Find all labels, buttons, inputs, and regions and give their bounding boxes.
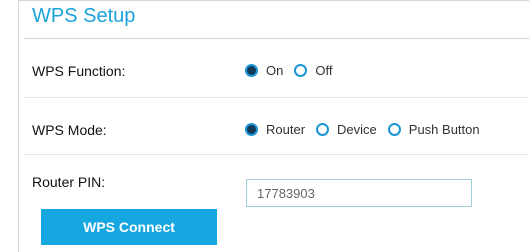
wps-function-off-radio[interactable]: Off — [294, 63, 332, 78]
wps-function-label: WPS Function: — [32, 63, 126, 79]
radio-selected-icon — [245, 64, 258, 77]
wps-setup-panel: WPS Setup WPS Function: On Off WPS Mode:… — [18, 0, 529, 252]
wps-function-on-label: On — [266, 63, 284, 78]
title-divider — [24, 38, 529, 39]
wps-function-radio-group: On Off — [245, 63, 332, 78]
row-divider — [24, 97, 529, 98]
wps-connect-button[interactable]: WPS Connect — [41, 209, 217, 245]
radio-unselected-icon — [387, 123, 401, 136]
wps-mode-radio-group: Router Device Push Button — [245, 122, 480, 137]
wps-function-on-radio[interactable]: On — [245, 63, 283, 78]
wps-mode-device-radio[interactable]: Device — [316, 122, 377, 137]
router-pin-input[interactable] — [246, 179, 472, 207]
router-pin-label: Router PIN: — [32, 174, 106, 190]
radio-unselected-icon — [294, 64, 308, 77]
wps-mode-label: WPS Mode: — [32, 122, 107, 138]
wps-mode-push-button-label: Push Button — [408, 122, 480, 137]
radio-selected-icon — [245, 123, 258, 136]
wps-mode-router-label: Router — [266, 122, 306, 137]
wps-mode-router-radio[interactable]: Router — [245, 122, 305, 137]
wps-mode-push-button-radio[interactable]: Push Button — [387, 122, 480, 137]
wps-function-off-label: Off — [315, 63, 333, 78]
row-divider — [24, 154, 529, 155]
wps-mode-device-label: Device — [337, 122, 377, 137]
radio-unselected-icon — [316, 123, 330, 136]
section-title: WPS Setup — [32, 5, 136, 27]
